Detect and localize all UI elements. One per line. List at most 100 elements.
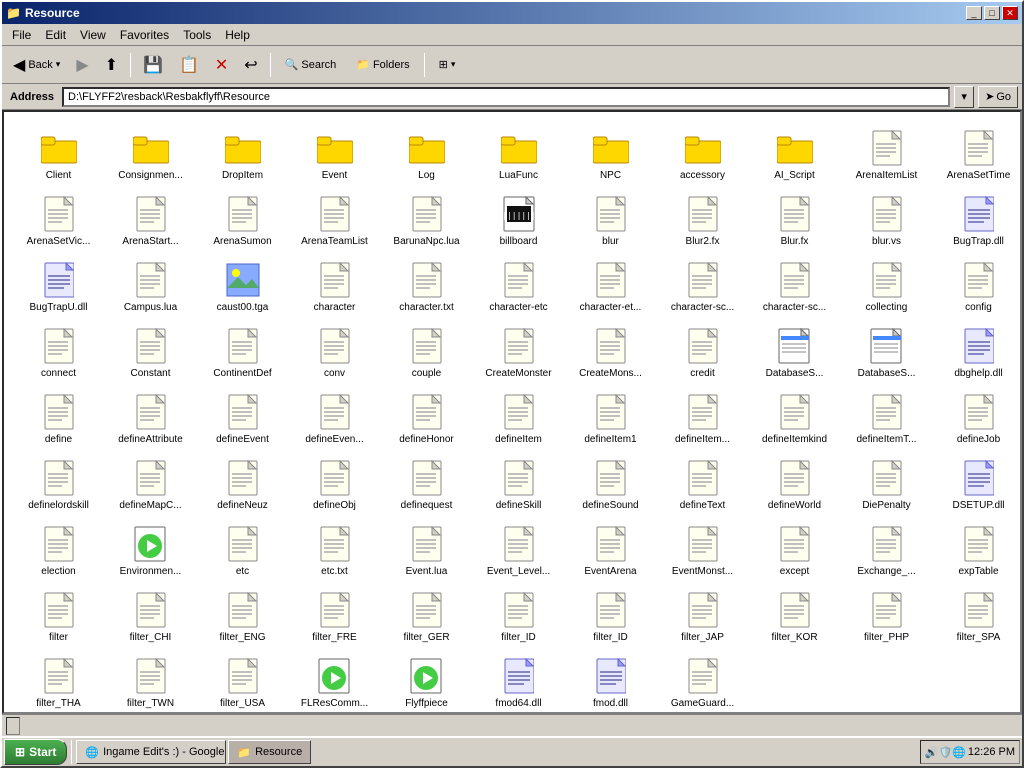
close-button[interactable]: ✕	[1002, 6, 1018, 20]
file-item[interactable]: character-sc...	[752, 256, 837, 318]
file-item[interactable]: defineObj	[292, 454, 377, 516]
file-item[interactable]: ArenaStart...	[108, 190, 193, 252]
file-item[interactable]: ArenaSetTime	[936, 124, 1021, 186]
search-button[interactable]: 🔍 Search	[276, 50, 346, 80]
file-item[interactable]: etc	[200, 520, 285, 582]
file-item[interactable]: except	[752, 520, 837, 582]
file-item[interactable]: collecting	[844, 256, 929, 318]
file-item[interactable]: defineAttribute	[108, 388, 193, 450]
file-item[interactable]: Blur2.fx	[660, 190, 745, 252]
start-button[interactable]: ⊞ Start	[4, 739, 67, 765]
file-item[interactable]: fmod64.dll	[476, 652, 561, 714]
file-item[interactable]: Event_Level...	[476, 520, 561, 582]
file-item[interactable]: Constant	[108, 322, 193, 384]
file-item[interactable]: CreateMons...	[568, 322, 653, 384]
file-item[interactable]: defineItemkind	[752, 388, 837, 450]
file-item[interactable]: CreateMonster	[476, 322, 561, 384]
file-item[interactable]: filter_KOR	[752, 586, 837, 648]
file-item[interactable]: Environmen...	[108, 520, 193, 582]
file-item[interactable]: dbghelp.dll	[936, 322, 1021, 384]
file-item[interactable]: filter_JAP	[660, 586, 745, 648]
file-item[interactable]: Flyffpiece	[384, 652, 469, 714]
menu-file[interactable]: File	[6, 26, 37, 44]
file-item[interactable]: definequest	[384, 454, 469, 516]
undo-button[interactable]: ↩	[237, 50, 264, 80]
views-button[interactable]: ⊞ ▾	[430, 50, 465, 80]
file-item[interactable]: character-sc...	[660, 256, 745, 318]
file-item[interactable]: filter_ENG	[200, 586, 285, 648]
views-dropdown[interactable]: ▾	[451, 59, 456, 70]
file-item[interactable]: define	[16, 388, 101, 450]
file-item[interactable]: character-et...	[568, 256, 653, 318]
file-item[interactable]: ArenaTeamList	[292, 190, 377, 252]
menu-favorites[interactable]: Favorites	[114, 26, 175, 44]
file-item[interactable]: filter_PHP	[844, 586, 929, 648]
file-item[interactable]: Event	[292, 124, 377, 186]
up-button[interactable]: ⬆	[98, 50, 125, 80]
file-item[interactable]: fmod.dll	[568, 652, 653, 714]
taskbar-item-browser[interactable]: 🌐 Ingame Edit's :) - Google...	[76, 740, 226, 764]
file-item[interactable]: defineEven...	[292, 388, 377, 450]
file-item[interactable]: filter_USA	[200, 652, 285, 714]
file-item[interactable]: conv	[292, 322, 377, 384]
file-item[interactable]: filter_CHI	[108, 586, 193, 648]
file-item[interactable]: Event.lua	[384, 520, 469, 582]
file-item[interactable]: defineText	[660, 454, 745, 516]
file-item[interactable]: DiePenalty	[844, 454, 929, 516]
file-item[interactable]: ArenaItemList	[844, 124, 929, 186]
floppy2-button[interactable]: 📋	[172, 50, 206, 80]
file-item[interactable]: credit	[660, 322, 745, 384]
file-item[interactable]: filter_ID	[476, 586, 561, 648]
file-item[interactable]: caust00.tga	[200, 256, 285, 318]
file-item[interactable]: election	[16, 520, 101, 582]
address-input[interactable]	[62, 87, 950, 107]
file-item[interactable]: DropItem	[200, 124, 285, 186]
file-item[interactable]: filter	[16, 586, 101, 648]
file-item[interactable]: LuaFunc	[476, 124, 561, 186]
file-item[interactable]: defineSkill	[476, 454, 561, 516]
file-item[interactable]: blur.vs	[844, 190, 929, 252]
file-item[interactable]: character.txt	[384, 256, 469, 318]
file-item[interactable]: defineItem...	[660, 388, 745, 450]
file-item[interactable]: DSETUP.dll	[936, 454, 1021, 516]
file-item[interactable]: filter_FRE	[292, 586, 377, 648]
file-item[interactable]: filter_SPA	[936, 586, 1021, 648]
file-item[interactable]: EventArena	[568, 520, 653, 582]
file-item[interactable]: Log	[384, 124, 469, 186]
file-item[interactable]: defineWorld	[752, 454, 837, 516]
floppy-button[interactable]: 💾	[136, 50, 170, 80]
back-button[interactable]: ◀ Back ▾	[6, 50, 67, 80]
address-dropdown[interactable]: ▾	[954, 86, 974, 108]
file-item[interactable]: defineItem1	[568, 388, 653, 450]
menu-edit[interactable]: Edit	[39, 26, 72, 44]
menu-view[interactable]: View	[74, 26, 112, 44]
minimize-button[interactable]: _	[966, 6, 982, 20]
file-item[interactable]: defineJob	[936, 388, 1021, 450]
file-item[interactable]: filter_ID	[568, 586, 653, 648]
file-item[interactable]: ContinentDef	[200, 322, 285, 384]
forward-button[interactable]: ▶	[69, 50, 95, 80]
taskbar-item-resource[interactable]: 📁 Resource	[228, 740, 311, 764]
file-item[interactable]: defineSound	[568, 454, 653, 516]
file-item[interactable]: BugTrap.dll	[936, 190, 1021, 252]
file-item[interactable]: DatabaseS...	[752, 322, 837, 384]
go-button[interactable]: ➤ Go	[978, 86, 1018, 108]
file-item[interactable]: NPC	[568, 124, 653, 186]
file-item[interactable]: defineEvent	[200, 388, 285, 450]
file-item[interactable]: defineNeuz	[200, 454, 285, 516]
file-item[interactable]: defineItem	[476, 388, 561, 450]
file-item[interactable]: blur	[568, 190, 653, 252]
folders-button[interactable]: 📁 Folders	[347, 50, 418, 80]
file-item[interactable]: Exchange_...	[844, 520, 929, 582]
file-item[interactable]: character-etc	[476, 256, 561, 318]
file-item[interactable]: defineItemT...	[844, 388, 929, 450]
file-item[interactable]: filter_TWN	[108, 652, 193, 714]
menu-tools[interactable]: Tools	[177, 26, 217, 44]
delete-button[interactable]: ✕	[208, 50, 235, 80]
file-item[interactable]: connect	[16, 322, 101, 384]
file-item[interactable]: AI_Script	[752, 124, 837, 186]
file-item[interactable]: filter_THA	[16, 652, 101, 714]
file-item[interactable]: ArenaSetVic...	[16, 190, 101, 252]
file-item[interactable]: definelordskill	[16, 454, 101, 516]
file-item[interactable]: ||||||| billboard	[476, 190, 561, 252]
